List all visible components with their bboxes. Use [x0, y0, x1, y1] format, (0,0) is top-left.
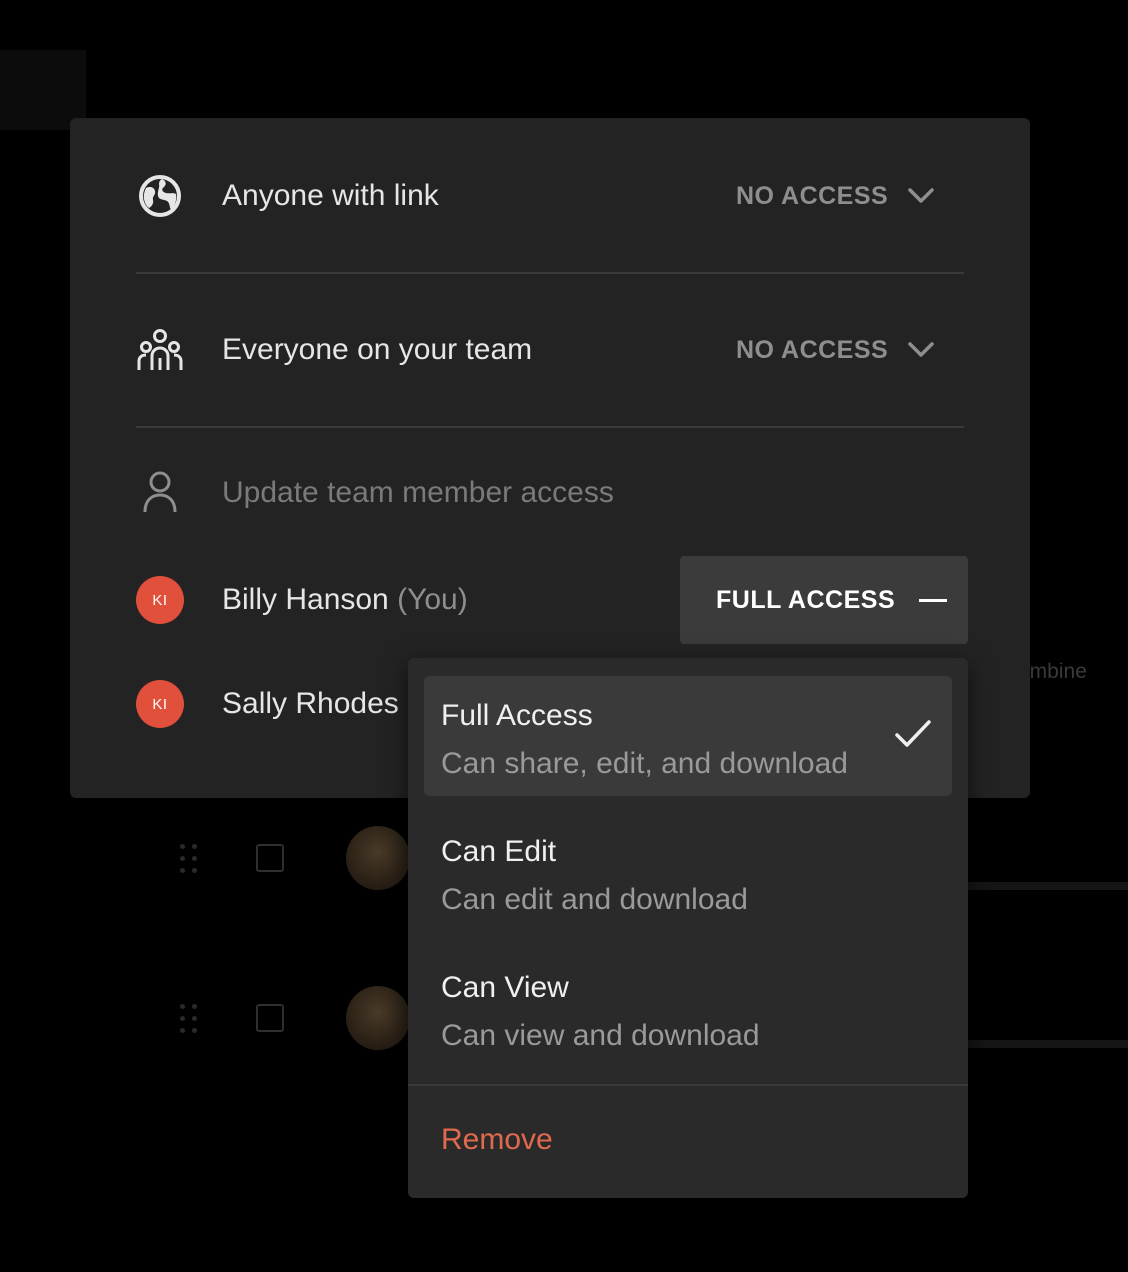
link-share-label: Anyone with link [222, 179, 439, 212]
team-access-value: NO ACCESS [736, 335, 889, 364]
avatar: KI [136, 680, 184, 728]
member-name: Billy Hanson (You) [222, 580, 468, 620]
link-access-value: NO ACCESS [736, 181, 889, 210]
option-description: Can edit and download [441, 883, 748, 916]
background-checkbox [256, 1004, 284, 1032]
team-access-dropdown[interactable]: NO ACCESS [736, 330, 936, 370]
access-level-menu: Full Access Can share, edit, and downloa… [408, 658, 968, 1198]
member-name-text: Billy Hanson [222, 583, 389, 616]
divider [136, 426, 964, 428]
remove-member-button[interactable]: Remove [441, 1120, 553, 1160]
divider [136, 272, 964, 274]
option-description: Can view and download [441, 1019, 760, 1052]
background-checkbox [256, 844, 284, 872]
background-partial-text: ombine [1018, 660, 1087, 683]
option-title: Can Edit [441, 835, 557, 868]
team-share-label: Everyone on your team [222, 333, 533, 366]
menu-option-can-view[interactable]: Can View Can view and download [424, 948, 952, 1068]
option-title: Can View [441, 971, 569, 1004]
person-icon [136, 468, 184, 516]
member-access-button[interactable]: FULL ACCESS [680, 556, 968, 644]
globe-icon [136, 172, 184, 220]
minus-icon [919, 598, 948, 602]
menu-divider [408, 1084, 968, 1086]
background-avatar [346, 826, 410, 890]
member-name: Sally Rhodes [222, 687, 399, 720]
member-access-value: FULL ACCESS [716, 585, 896, 614]
option-title: Full Access [441, 699, 593, 732]
drag-handle-icon [178, 838, 200, 878]
checkmark-icon [895, 720, 931, 747]
link-access-dropdown[interactable]: NO ACCESS [736, 176, 936, 216]
member-you-tag: (You) [397, 583, 468, 616]
background-avatar [346, 986, 410, 1050]
drag-handle-icon [178, 998, 200, 1038]
chevron-down-icon [908, 342, 934, 357]
avatar: KI [136, 576, 184, 624]
menu-option-full-access[interactable]: Full Access Can share, edit, and downloa… [424, 676, 952, 796]
chevron-down-icon [908, 188, 934, 203]
menu-option-can-edit[interactable]: Can Edit Can edit and download [424, 812, 952, 932]
team-icon [136, 326, 184, 374]
member-search-input[interactable] [222, 471, 822, 515]
option-description: Can share, edit, and download [441, 747, 848, 780]
